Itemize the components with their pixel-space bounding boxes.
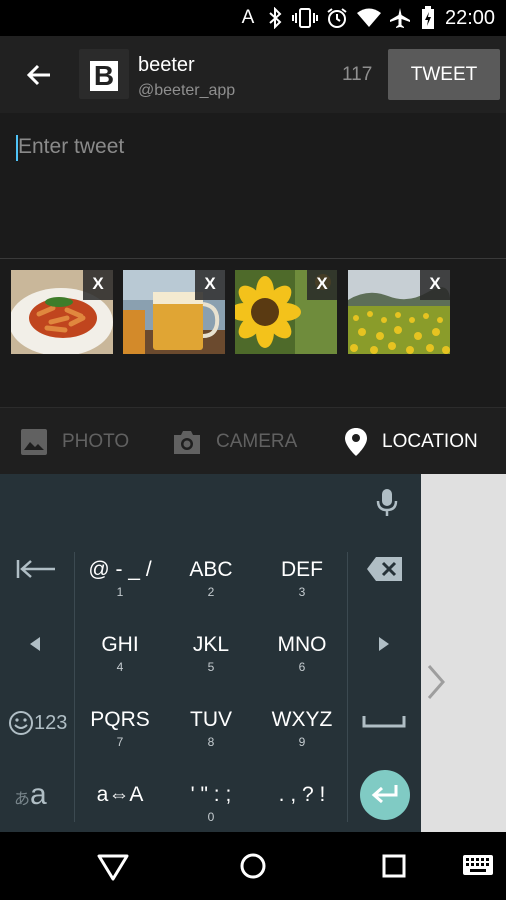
key-sub-label: 2 [207, 585, 215, 599]
recents-nav-icon[interactable] [382, 854, 406, 878]
account-name: beeter [138, 54, 195, 76]
camera-icon [174, 430, 200, 454]
vibrate-icon [292, 6, 318, 30]
emoji-icon [9, 711, 33, 735]
camera-label: CAMERA [216, 430, 298, 452]
key-abc[interactable]: ABC 2 [166, 532, 256, 607]
tweet-button[interactable]: TWEET [388, 49, 500, 100]
location-button[interactable]: LOCATION [344, 408, 478, 475]
chevron-right-icon[interactable] [425, 664, 449, 704]
cursor-right-icon[interactable] [374, 634, 398, 658]
character-count: 117 [342, 64, 373, 85]
key-sub-label: 9 [298, 735, 306, 749]
key-main-label: . , ? ! [278, 783, 326, 806]
key-sub-label: 1 [116, 585, 124, 599]
undo-arrow-icon[interactable] [10, 554, 64, 588]
backspace-icon[interactable] [366, 556, 404, 584]
key-punctuation[interactable]: . , ? ! [257, 757, 347, 832]
keyboard-switch-icon[interactable] [462, 854, 494, 878]
key-main-label: PQRS [90, 708, 150, 731]
clock: 22:00 [444, 6, 496, 29]
key-main-label: a⇔A [96, 783, 144, 806]
compose-toolbar: PHOTO CAMERA LOCATION [0, 407, 506, 475]
key-main-label: GHI [101, 633, 139, 656]
remove-attachment-button[interactable]: X [83, 270, 113, 300]
alarm-icon [325, 6, 349, 30]
key-main-label: TUV [190, 708, 232, 731]
remove-attachment-button[interactable]: X [195, 270, 225, 300]
key-main-label: ' " : ; [190, 783, 232, 806]
photo-icon [21, 428, 47, 455]
key-def[interactable]: DEF 3 [257, 532, 347, 607]
key-main-label: @ - _ / [88, 558, 152, 581]
space-key-icon[interactable] [362, 710, 408, 734]
key-main-label: JKL [192, 633, 230, 656]
latin-label: a [30, 778, 47, 811]
key-quotes[interactable]: ' " : ; 0 [166, 757, 256, 832]
key-sub-label: 3 [298, 585, 306, 599]
key-main-label: DEF [281, 558, 323, 581]
flick-keyboard: 123 あa @ - _ / 1 ABC 2 DEF 3 GHI 4 JKL 5 MNO 6… [0, 532, 421, 832]
account-handle: @beeter_app [138, 82, 236, 99]
compose-header: B beeter @beeter_app 117 TWEET [0, 36, 506, 113]
key-sub-label: 8 [207, 735, 215, 749]
enter-arrow-icon [371, 785, 398, 804]
tweet-placeholder: Enter tweet [18, 135, 125, 158]
camera-button[interactable]: CAMERA [172, 408, 297, 475]
microphone-icon[interactable] [374, 488, 400, 518]
attachment-thumbnail[interactable]: X [11, 270, 113, 354]
location-pin-icon [345, 427, 367, 456]
airplane-icon [387, 6, 413, 30]
key-ghi[interactable]: GHI 4 [75, 607, 165, 682]
cursor-left-icon[interactable] [25, 634, 49, 658]
photo-label: PHOTO [62, 430, 130, 452]
key-jkl[interactable]: JKL 5 [166, 607, 256, 682]
photo-button[interactable]: PHOTO [20, 408, 129, 475]
attachment-thumbnail[interactable]: X [348, 270, 450, 354]
status-bar: A 22:00 [0, 0, 506, 36]
key-sub-label: 5 [207, 660, 215, 674]
key-case-toggle[interactable]: a⇔A [75, 757, 165, 832]
key-main-label: ABC [189, 558, 233, 581]
tweet-input[interactable]: Enter tweet [0, 113, 506, 259]
wifi-icon [355, 6, 383, 30]
battery-charging-icon [420, 6, 436, 30]
input-mode-key[interactable]: あa [14, 778, 62, 814]
key-symbols[interactable]: @ - _ / 1 [75, 532, 165, 607]
attachment-thumbnail[interactable]: X [123, 270, 225, 354]
home-nav-icon[interactable] [239, 852, 267, 880]
key-wxyz[interactable]: WXYZ 9 [257, 682, 347, 757]
back-arrow-icon[interactable] [18, 58, 60, 92]
key-main-label: WXYZ [271, 708, 333, 731]
navigation-bar [0, 832, 506, 900]
symbol-mode-key[interactable]: 123 [8, 706, 68, 740]
key-sub-label: 0 [207, 810, 215, 824]
remove-attachment-button[interactable]: X [307, 270, 337, 300]
avatar[interactable]: B [79, 49, 129, 99]
input-method-indicator: A [241, 7, 255, 28]
key-main-label: MNO [277, 633, 327, 656]
key-sub-label: 6 [298, 660, 306, 674]
keyboard-divider [347, 552, 348, 822]
key-tuv[interactable]: TUV 8 [166, 682, 256, 757]
keyboard-side-panel [421, 474, 506, 832]
attachment-thumbnail[interactable]: X [235, 270, 337, 354]
remove-attachment-button[interactable]: X [420, 270, 450, 300]
attachment-strip: X X X X [0, 259, 506, 407]
key-pqrs[interactable]: PQRS 7 [75, 682, 165, 757]
back-nav-icon[interactable] [96, 852, 130, 882]
bluetooth-icon [264, 6, 286, 30]
key-sub-label: 4 [116, 660, 124, 674]
enter-button[interactable] [360, 770, 410, 820]
avatar-letter: B [90, 61, 118, 91]
location-label: LOCATION [382, 430, 478, 452]
key-mno[interactable]: MNO 6 [257, 607, 347, 682]
keyboard-suggestion-strip [0, 474, 421, 533]
symbol-mode-label: 123 [34, 711, 68, 734]
key-sub-label: 7 [116, 735, 124, 749]
kana-label: あ [14, 791, 31, 808]
